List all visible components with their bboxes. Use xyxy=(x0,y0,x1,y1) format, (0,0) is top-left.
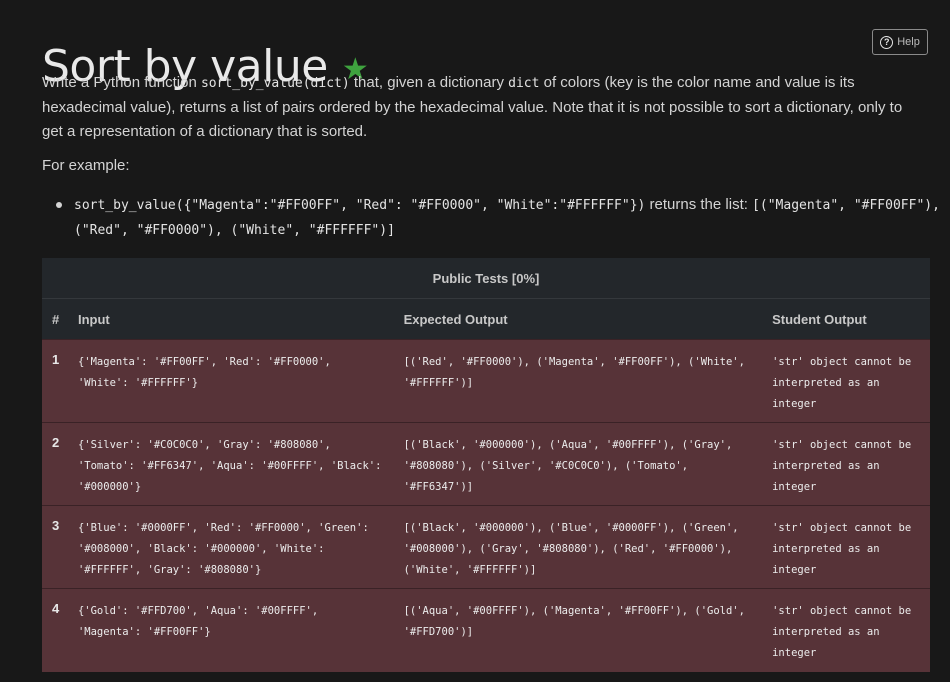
row-number: 2 xyxy=(42,422,78,506)
row-number: 3 xyxy=(42,505,78,589)
example-heading: For example: xyxy=(42,157,130,174)
table-row: 2 {'Silver': '#C0C0C0', 'Gray': '#808080… xyxy=(42,422,930,506)
input-cell: {'Gold': '#FFD700', 'Aqua': '#00FFFF', '… xyxy=(77,588,404,672)
input-cell: {'Magenta': '#FF00FF', 'Red': '#FF0000',… xyxy=(77,339,404,423)
expected-output-cell: [('Black', '#000000'), ('Aqua', '#00FFFF… xyxy=(403,422,773,506)
table-header-row: # Input Expected Output Student Output xyxy=(42,298,930,340)
input-cell: {'Blue': '#0000FF', 'Red': '#FF0000', 'G… xyxy=(77,505,404,589)
column-header-input: Input xyxy=(77,298,404,340)
problem-description: Write a Python function sort_by_value(di… xyxy=(42,71,922,144)
input-cell: {'Silver': '#C0C0C0', 'Gray': '#808080',… xyxy=(77,422,404,506)
expected-output-cell: [('Red', '#FF0000'), ('Magenta', '#FF00F… xyxy=(403,339,773,423)
tests-caption-row: Public Tests [0%] xyxy=(42,258,930,299)
table-row: 3 {'Blue': '#0000FF', 'Red': '#FF0000', … xyxy=(42,505,930,589)
bullet-dot-icon xyxy=(56,202,62,208)
expected-output-cell: [('Black', '#000000'), ('Blue', '#0000FF… xyxy=(403,505,773,589)
question-circle-icon: ? xyxy=(880,35,894,49)
column-header-expected: Expected Output xyxy=(403,298,773,340)
table-row: 1 {'Magenta': '#FF00FF', 'Red': '#FF0000… xyxy=(42,339,930,423)
tests-caption: Public Tests [0%] xyxy=(42,258,930,299)
desc-text-2: that, given a dictionary xyxy=(349,74,509,91)
student-output-cell: 'str' object cannot be interpreted as an… xyxy=(772,505,930,589)
student-output-cell: 'str' object cannot be interpreted as an… xyxy=(772,339,930,423)
public-tests-table: Public Tests [0%] # Input Expected Outpu… xyxy=(42,258,930,672)
expected-output-cell: [('Aqua', '#00FFFF'), ('Magenta', '#FF00… xyxy=(403,588,773,672)
column-header-student: Student Output xyxy=(772,298,930,340)
example-call-code: sort_by_value({"Magenta":"#FF00FF", "Red… xyxy=(74,198,646,213)
help-label: Help xyxy=(897,36,920,48)
column-header-num: # xyxy=(42,298,78,340)
student-output-cell: 'str' object cannot be interpreted as an… xyxy=(772,588,930,672)
row-number: 1 xyxy=(42,339,78,423)
desc-text-1: Write a Python function xyxy=(42,74,201,91)
function-signature-code: sort_by_value(dict) xyxy=(200,76,350,91)
table-row: 4 {'Gold': '#FFD700', 'Aqua': '#00FFFF',… xyxy=(42,588,930,672)
example-list-item: sort_by_value({"Magenta":"#FF00FF", "Red… xyxy=(56,193,940,243)
dict-param-code: dict xyxy=(508,76,540,91)
example-text: returns the list: xyxy=(645,196,753,213)
row-number: 4 xyxy=(42,588,78,672)
help-button[interactable]: ? Help xyxy=(872,29,928,55)
student-output-cell: 'str' object cannot be interpreted as an… xyxy=(772,422,930,506)
